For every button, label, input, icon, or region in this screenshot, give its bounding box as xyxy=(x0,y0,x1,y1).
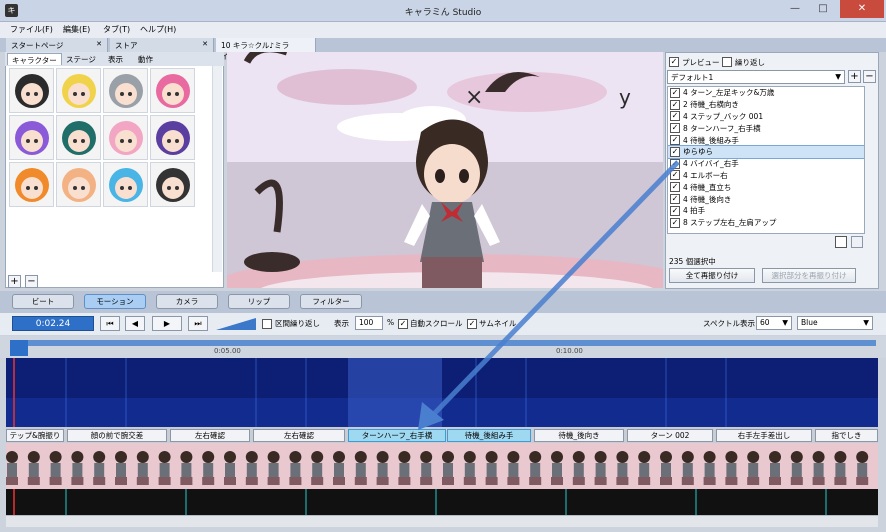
annotation-arrow xyxy=(418,160,680,430)
